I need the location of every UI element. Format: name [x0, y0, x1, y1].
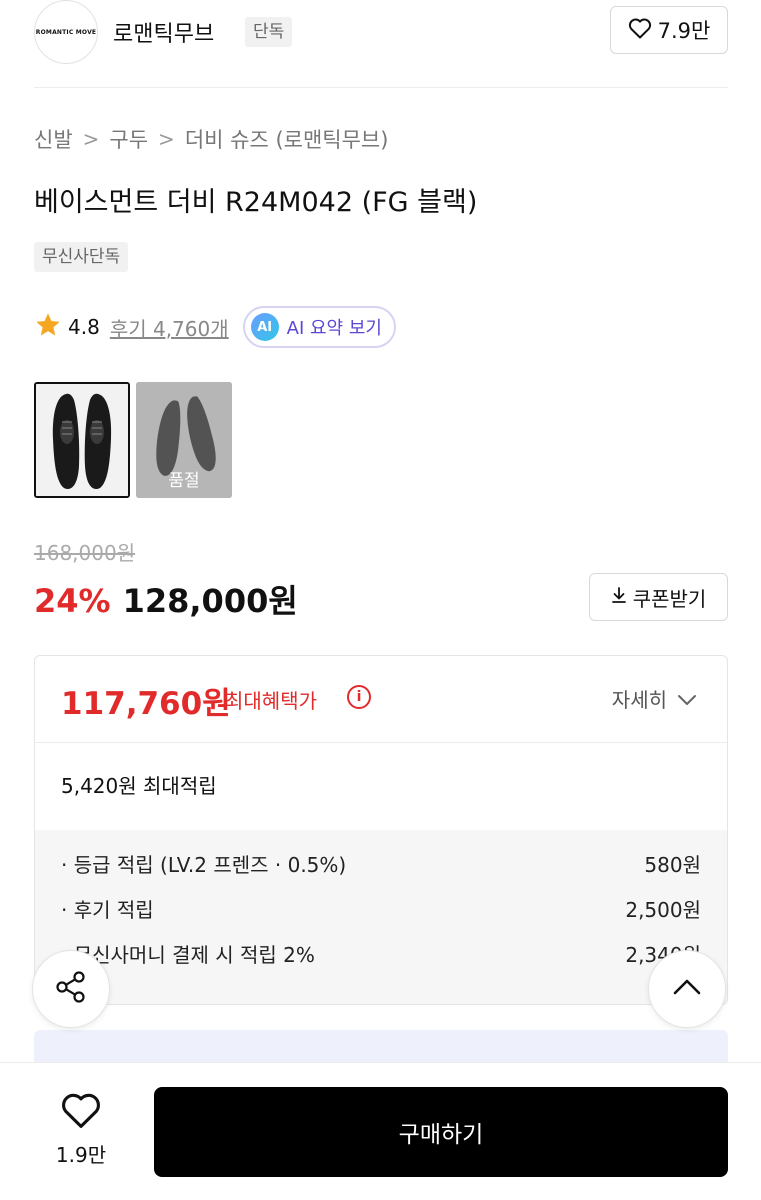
heart-icon	[628, 17, 652, 43]
original-price: 168,000원	[34, 541, 136, 565]
get-coupon-button[interactable]: 쿠폰받기	[589, 573, 728, 621]
star-icon	[34, 311, 62, 343]
points-breakdown: · 등급 적립 (LV.2 프렌즈 · 0.5%) 580원 · 후기 적립 2…	[35, 830, 727, 1004]
product-like-button[interactable]: 1.9만	[44, 1091, 118, 1168]
ai-icon: AI	[250, 313, 279, 341]
product-title: 베이스먼트 더비 R24M042 (FG 블랙)	[34, 187, 478, 218]
detail-label: 자세히	[611, 688, 667, 712]
buy-button[interactable]: 구매하기	[154, 1087, 728, 1177]
shoe-image	[36, 384, 128, 496]
breadcrumb: 신발 > 구두 > 더비 슈즈 (로맨틱무브)	[34, 124, 388, 154]
ai-summary-button[interactable]: AI AI 요약 보기	[242, 306, 396, 348]
point-row: · 등급 적립 (LV.2 프렌즈 · 0.5%) 580원	[61, 854, 701, 899]
ai-summary-label: AI 요약 보기	[286, 318, 382, 339]
chevron-down-icon	[677, 687, 697, 711]
divider	[34, 87, 728, 88]
brand-name[interactable]: 로맨틱무브	[113, 16, 214, 48]
exclusive-badge: 무신사단독	[34, 242, 129, 272]
bottom-action-bar: 1.9만 구매하기	[0, 1062, 761, 1200]
max-points-total: 5,420원 최대적립	[61, 774, 217, 798]
share-button[interactable]	[32, 950, 110, 1028]
chevron-right-icon: >	[158, 127, 175, 151]
max-benefit-label: 최대혜택가	[225, 689, 317, 713]
breadcrumb-item-derby[interactable]: 더비 슈즈 (로맨틱무브)	[185, 124, 389, 154]
scroll-top-button[interactable]	[648, 950, 726, 1028]
brand-exclusive-badge: 단독	[245, 17, 293, 47]
brand-like-count: 7.9만	[657, 19, 711, 43]
info-icon[interactable]: i	[347, 685, 371, 709]
chevron-up-icon	[672, 978, 702, 1000]
point-row: · 후기 적립 2,500원	[61, 899, 701, 944]
discount-rate: 24%	[34, 582, 111, 620]
benefit-box: 117,760원 최대혜택가 i 자세히 5,420원 최대적립 · 등급 적립…	[34, 655, 728, 1005]
point-label: · 등급 적립 (LV.2 프렌즈 · 0.5%)	[61, 853, 347, 877]
breadcrumb-item-shoes[interactable]: 신발	[34, 124, 73, 154]
benefit-header[interactable]: 117,760원 최대혜택가 i 자세히	[35, 656, 727, 743]
brand-bar: ROMANTIC MOVE 로맨틱무브 단독 7.9만	[0, 0, 761, 88]
brand-logo[interactable]: ROMANTIC MOVE	[34, 0, 98, 64]
price-row: 24% 128,000원	[34, 576, 298, 622]
rating-row: 4.8 후기 4,760개 AI AI 요약 보기	[34, 306, 396, 348]
heart-icon	[60, 1091, 102, 1133]
benefit-detail-toggle[interactable]: 자세히	[612, 684, 697, 713]
review-count-link[interactable]: 후기 4,760개	[110, 313, 229, 342]
get-coupon-label: 쿠폰받기	[632, 586, 707, 611]
point-value: 2,500원	[625, 898, 701, 922]
point-row: · 무신사머니 결제 시 적립 2% 2,340원	[61, 944, 701, 989]
brand-logo-text: ROMANTIC MOVE	[35, 28, 97, 36]
sale-price: 128,000원	[122, 582, 298, 620]
download-icon	[611, 585, 627, 609]
product-thumbnail-2[interactable]: 품절	[136, 382, 232, 498]
product-like-count: 1.9만	[55, 1143, 107, 1167]
chevron-right-icon: >	[82, 127, 100, 151]
brand-like-button[interactable]: 7.9만	[610, 6, 728, 54]
max-benefit-price: 117,760원	[61, 686, 231, 722]
rating-score: 4.8	[68, 315, 100, 339]
point-label: · 후기 적립	[61, 898, 154, 922]
point-value: 580원	[644, 853, 701, 877]
product-thumbnail-1[interactable]	[34, 382, 130, 498]
breadcrumb-item-dress-shoes[interactable]: 구두	[109, 124, 148, 154]
soldout-label: 품절	[168, 471, 200, 491]
share-icon	[52, 968, 90, 1010]
